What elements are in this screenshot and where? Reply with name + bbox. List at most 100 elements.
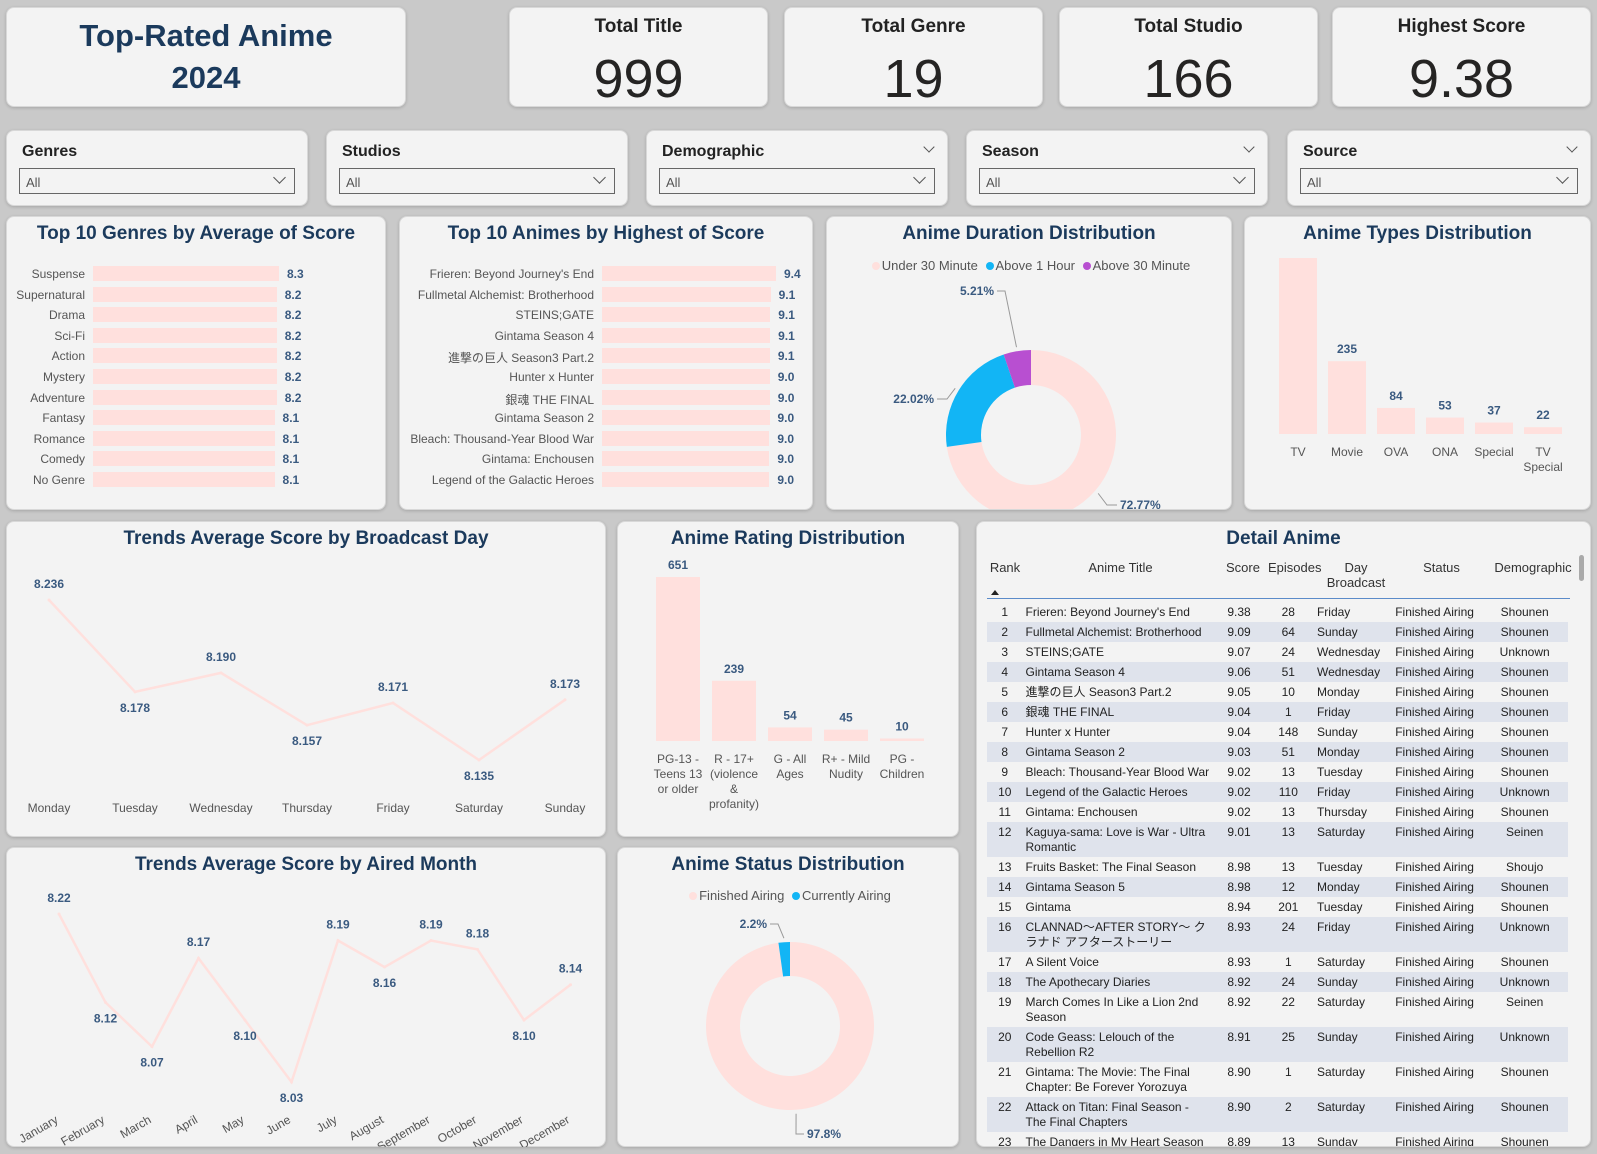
legend-dot bbox=[689, 892, 698, 900]
studios-dropdown[interactable]: All bbox=[339, 168, 615, 194]
genres-dropdown[interactable]: All bbox=[19, 168, 295, 194]
table-row[interactable]: 19 March Comes In Like a Lion 2nd Season 8… bbox=[987, 992, 1568, 1027]
bar-row: Adventure 8.2 bbox=[7, 388, 387, 408]
data-point bbox=[476, 947, 479, 951]
table-row[interactable]: 20 Code Geass: Lelouch of the Rebellion R… bbox=[987, 1027, 1568, 1062]
bar-row: 進撃の巨人 Season3 Part.2 9.1 bbox=[400, 346, 814, 366]
cell-status: Finished Airing bbox=[1395, 995, 1474, 1009]
cell-rank: 14 bbox=[998, 880, 1012, 894]
cell-title: 進撃の巨人 Season3 Part.2 bbox=[1025, 685, 1172, 699]
cell-demographic: Unknown bbox=[1499, 975, 1550, 989]
table-row[interactable]: 9 Bleach: Thousand-Year Blood War 9.02 13 Tu… bbox=[987, 762, 1568, 782]
tick-label: Monday bbox=[28, 801, 71, 815]
table-scrollbar[interactable] bbox=[1579, 555, 1584, 581]
category-label: 銀魂 THE FINAL bbox=[505, 392, 594, 407]
table-row[interactable]: 21 Gintama: The Movie: The Final Chapter:… bbox=[987, 1062, 1568, 1097]
bar bbox=[602, 307, 771, 323]
genres-bar-chart: Suspense 8.3 Supernatural 8.2 Drama 8.2 Sci-Fi… bbox=[7, 264, 387, 494]
kpi-total-genre: Total Genre 19 bbox=[784, 7, 1043, 109]
table-row[interactable]: 4 Gintama Season 4 9.06 51 Wednesday Finished… bbox=[987, 662, 1568, 682]
tick-label: Friday bbox=[376, 801, 409, 815]
table-row[interactable]: 14 Gintama Season 5 8.98 12 Monday Finished A… bbox=[987, 877, 1568, 897]
data-label: 8.1 bbox=[282, 431, 300, 446]
table-row[interactable]: 8 Gintama Season 2 9.03 51 Monday Finished Ai… bbox=[987, 742, 1568, 762]
column-header-day[interactable]: Day Broadcast bbox=[1318, 560, 1394, 590]
legend-dot bbox=[985, 262, 994, 270]
cell-rank: 21 bbox=[998, 1065, 1012, 1079]
bar bbox=[602, 389, 770, 405]
cell-title: Gintama: The Movie: The Final Chapter: B… bbox=[1025, 1065, 1190, 1094]
table-row[interactable]: 23 The Dangers in My Heart Season 2 8.89 13… bbox=[987, 1132, 1568, 1147]
table-row[interactable]: 7 Hunter x Hunter 9.04 148 Sunday Finished Ai… bbox=[987, 722, 1568, 742]
data-label: 9.1 bbox=[778, 308, 795, 323]
table-row[interactable]: 6 銀魂 THE FINAL 9.04 1 Friday Finished Airing S… bbox=[987, 702, 1568, 722]
chart-title: Top 10 Animes by Highest of Score bbox=[447, 223, 765, 244]
bar-row: Supernatural 8.2 bbox=[7, 285, 387, 305]
cell-episodes: 28 bbox=[1281, 605, 1295, 619]
bar bbox=[93, 369, 277, 384]
demographic-dropdown[interactable]: All bbox=[659, 168, 935, 194]
table-row[interactable]: 3 STEINS;GATE 9.07 24 Wednesday Finished Airi… bbox=[987, 642, 1568, 662]
table-row[interactable]: 15 Gintama 8.94 201 Tuesday Finished Airing Sh… bbox=[987, 897, 1568, 917]
table-row[interactable]: 12 Kaguya-sama: Love is War - Ultra Roman… bbox=[987, 822, 1568, 857]
cell-score: 9.09 bbox=[1227, 625, 1251, 639]
column-header-status[interactable]: Status bbox=[1394, 560, 1489, 575]
cell-day: Sunday bbox=[1316, 975, 1358, 989]
table-row[interactable]: 22 Attack on Titan: Final Season - The Fi… bbox=[987, 1097, 1568, 1132]
cell-day: Saturday bbox=[1316, 955, 1365, 969]
season-dropdown[interactable]: All bbox=[979, 168, 1255, 194]
data-label: 9.0 bbox=[777, 411, 795, 426]
cell-episodes: 51 bbox=[1281, 665, 1295, 679]
table-row[interactable]: 2 Fullmetal Alchemist: Brotherhood 9.09 64 S… bbox=[987, 622, 1568, 642]
table-row[interactable]: 17 A Silent Voice 8.93 1 Saturday Finished Ai… bbox=[987, 952, 1568, 972]
cell-episodes: 13 bbox=[1281, 825, 1295, 839]
tick-label: Saturday bbox=[455, 801, 503, 815]
cell-status: Finished Airing bbox=[1395, 920, 1474, 934]
table-row[interactable]: 16 CLANNAD〜AFTER STORY〜 クラナド アフターストーリー 8.9… bbox=[987, 917, 1568, 952]
cell-score: 8.90 bbox=[1227, 1100, 1251, 1114]
data-label: 8.19 bbox=[419, 918, 443, 932]
cell-score: 9.04 bbox=[1227, 705, 1251, 719]
cell-status: Finished Airing bbox=[1395, 1100, 1474, 1114]
cell-rank: 19 bbox=[998, 995, 1012, 1009]
chevron-down-icon[interactable] bbox=[1566, 141, 1578, 153]
table-row[interactable]: 5 進撃の巨人 Season3 Part.2 9.05 10 Monday Finishe… bbox=[987, 682, 1568, 702]
cell-demographic: Shounen bbox=[1500, 1135, 1549, 1147]
cell-score: 8.93 bbox=[1227, 955, 1251, 969]
table-row[interactable]: 13 Fruits Basket: The Final Season 8.98 13 T… bbox=[987, 857, 1568, 877]
source-dropdown[interactable]: All bbox=[1300, 168, 1578, 194]
cell-title: Gintama: Enchousen bbox=[1025, 805, 1138, 819]
tick-label: February bbox=[58, 1112, 107, 1147]
table-row[interactable]: 10 Legend of the Galactic Heroes 9.02 110 Fr… bbox=[987, 782, 1568, 802]
duration-chart-card: Anime Duration Distribution Under 30 Min… bbox=[826, 216, 1232, 510]
bar-row: Gintama Season 4 9.1 bbox=[400, 326, 814, 346]
column-header-score[interactable]: Score bbox=[1218, 560, 1268, 575]
cell-status: Finished Airing bbox=[1395, 1135, 1474, 1147]
cell-episodes: 10 bbox=[1281, 685, 1295, 699]
bar bbox=[93, 430, 275, 446]
cell-status: Finished Airing bbox=[1395, 860, 1474, 874]
column-header-rank[interactable]: Rank bbox=[987, 560, 1023, 575]
data-label: 37 bbox=[1487, 404, 1501, 418]
tick-label: R - 17+ bbox=[714, 752, 754, 766]
cell-demographic: Shounen bbox=[1500, 880, 1549, 894]
cell-episodes: 51 bbox=[1281, 745, 1295, 759]
animes-chart-card: Top 10 Animes by Highest of Score Friere… bbox=[399, 216, 813, 510]
cell-episodes: 13 bbox=[1281, 765, 1295, 779]
table-row[interactable]: 1 Frieren: Beyond Journey's End 9.38 28 Frid… bbox=[987, 602, 1568, 622]
chevron-down-icon[interactable] bbox=[1243, 141, 1255, 153]
tick-label: March bbox=[118, 1112, 154, 1141]
bar bbox=[656, 577, 700, 741]
chevron-down-icon[interactable] bbox=[923, 141, 935, 153]
column-header-demographic[interactable]: Demographic bbox=[1489, 560, 1577, 575]
table-row[interactable]: 18 The Apothecary Diaries 8.92 24 Sunday Fini… bbox=[987, 972, 1568, 992]
column-header-episodes[interactable]: Episodes bbox=[1268, 560, 1321, 575]
category-label: Supernatural bbox=[16, 287, 85, 302]
column-header-title[interactable]: Anime Title bbox=[1023, 560, 1218, 575]
chart-title: Top 10 Genres by Average of Score bbox=[36, 223, 356, 244]
slicer-label: Source bbox=[1303, 143, 1358, 160]
bar bbox=[880, 738, 924, 741]
table-row[interactable]: 11 Gintama: Enchousen 9.02 13 Thursday Finish… bbox=[987, 802, 1568, 822]
bar-row: Sci-Fi 8.2 bbox=[7, 326, 387, 346]
cell-rank: 23 bbox=[998, 1135, 1012, 1147]
